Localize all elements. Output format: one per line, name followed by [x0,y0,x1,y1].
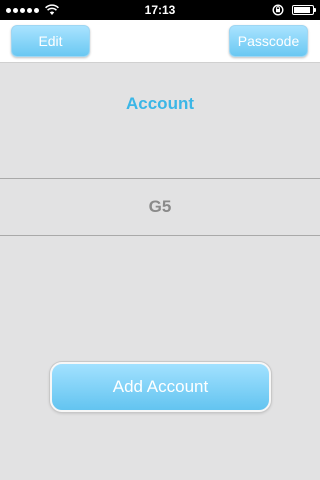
account-name: G5 [148,197,172,216]
edit-button[interactable]: Edit [11,25,90,57]
add-account-button[interactable]: Add Account [50,362,271,412]
passcode-button[interactable]: Passcode [229,25,308,57]
section-title: Account [126,94,194,113]
battery-fill [294,7,311,13]
battery-icon [292,5,316,15]
account-row-g5[interactable]: G5 [0,178,320,236]
status-bar: 17:13 [0,0,320,20]
status-right [272,0,316,20]
rotation-lock-icon [272,4,284,16]
nav-bar: Edit Passcode [0,20,320,63]
